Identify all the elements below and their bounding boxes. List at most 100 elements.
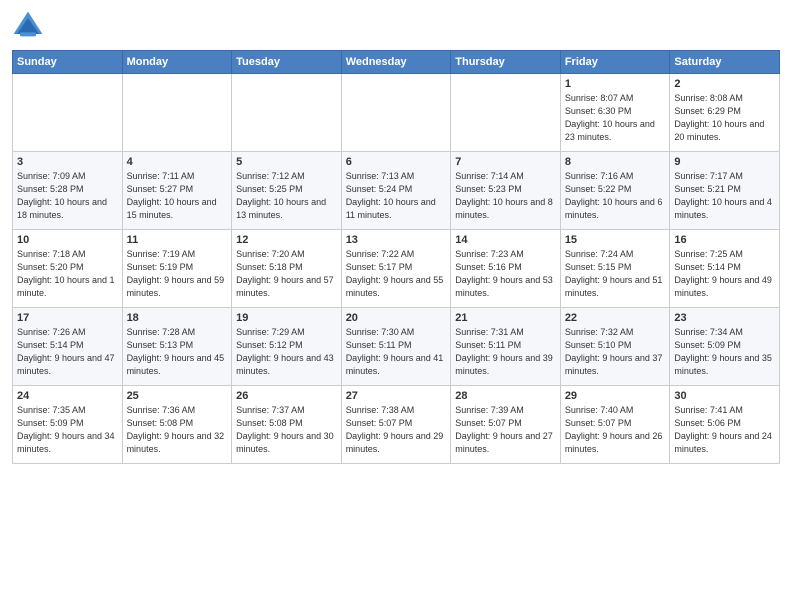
calendar-cell: 30 Sunrise: 7:41 AM Sunset: 5:06 PM Dayli… [670,386,780,464]
calendar-cell: 15 Sunrise: 7:24 AM Sunset: 5:15 PM Dayli… [560,230,670,308]
day-info: Sunrise: 7:37 AM Sunset: 5:08 PM Dayligh… [236,404,337,456]
day-info: Sunrise: 7:32 AM Sunset: 5:10 PM Dayligh… [565,326,666,378]
page-container: SundayMondayTuesdayWednesdayThursdayFrid… [0,0,792,474]
day-info: Sunrise: 8:08 AM Sunset: 6:29 PM Dayligh… [674,92,775,144]
calendar-cell: 29 Sunrise: 7:40 AM Sunset: 5:07 PM Dayli… [560,386,670,464]
page-header [12,10,780,42]
day-info: Sunrise: 7:40 AM Sunset: 5:07 PM Dayligh… [565,404,666,456]
day-header: Tuesday [232,51,342,74]
day-number: 9 [674,156,775,168]
day-info: Sunrise: 7:11 AM Sunset: 5:27 PM Dayligh… [127,170,228,222]
day-number: 2 [674,78,775,90]
day-number: 21 [455,312,556,324]
logo [12,10,48,42]
calendar-table: SundayMondayTuesdayWednesdayThursdayFrid… [12,50,780,464]
calendar-week-row: 3 Sunrise: 7:09 AM Sunset: 5:28 PM Daylig… [13,152,780,230]
calendar-cell: 20 Sunrise: 7:30 AM Sunset: 5:11 PM Dayli… [341,308,451,386]
day-number: 17 [17,312,118,324]
calendar-week-row: 1Sunrise: 8:07 AM Sunset: 6:30 PM Daylig… [13,74,780,152]
day-info: Sunrise: 7:25 AM Sunset: 5:14 PM Dayligh… [674,248,775,300]
day-info: Sunrise: 7:19 AM Sunset: 5:19 PM Dayligh… [127,248,228,300]
day-number: 4 [127,156,228,168]
calendar-cell: 27 Sunrise: 7:38 AM Sunset: 5:07 PM Dayli… [341,386,451,464]
day-info: Sunrise: 7:17 AM Sunset: 5:21 PM Dayligh… [674,170,775,222]
day-number: 25 [127,390,228,402]
calendar-cell: 7 Sunrise: 7:14 AM Sunset: 5:23 PM Daylig… [451,152,561,230]
calendar-week-row: 24 Sunrise: 7:35 AM Sunset: 5:09 PM Dayli… [13,386,780,464]
calendar-cell: 6 Sunrise: 7:13 AM Sunset: 5:24 PM Daylig… [341,152,451,230]
day-info: Sunrise: 7:31 AM Sunset: 5:11 PM Dayligh… [455,326,556,378]
day-info: Sunrise: 7:35 AM Sunset: 5:09 PM Dayligh… [17,404,118,456]
calendar-cell: 16Sunrise: 7:25 AM Sunset: 5:14 PM Dayli… [670,230,780,308]
calendar-cell: 1Sunrise: 8:07 AM Sunset: 6:30 PM Daylig… [560,74,670,152]
day-info: Sunrise: 7:29 AM Sunset: 5:12 PM Dayligh… [236,326,337,378]
day-number: 11 [127,234,228,246]
calendar-cell: 9 Sunrise: 7:17 AM Sunset: 5:21 PM Daylig… [670,152,780,230]
calendar-cell [341,74,451,152]
day-header: Friday [560,51,670,74]
calendar-cell: 25 Sunrise: 7:36 AM Sunset: 5:08 PM Dayli… [122,386,232,464]
day-number: 26 [236,390,337,402]
calendar-cell: 28Sunrise: 7:39 AM Sunset: 5:07 PM Dayli… [451,386,561,464]
calendar-cell: 4 Sunrise: 7:11 AM Sunset: 5:27 PM Daylig… [122,152,232,230]
day-number: 3 [17,156,118,168]
calendar-cell: 13Sunrise: 7:22 AM Sunset: 5:17 PM Dayli… [341,230,451,308]
day-info: Sunrise: 7:16 AM Sunset: 5:22 PM Dayligh… [565,170,666,222]
day-number: 8 [565,156,666,168]
day-info: Sunrise: 7:38 AM Sunset: 5:07 PM Dayligh… [346,404,447,456]
day-info: Sunrise: 8:07 AM Sunset: 6:30 PM Dayligh… [565,92,666,144]
calendar-cell [13,74,123,152]
calendar-cell: 8 Sunrise: 7:16 AM Sunset: 5:22 PM Daylig… [560,152,670,230]
day-number: 29 [565,390,666,402]
day-number: 22 [565,312,666,324]
day-info: Sunrise: 7:09 AM Sunset: 5:28 PM Dayligh… [17,170,118,222]
day-info: Sunrise: 7:41 AM Sunset: 5:06 PM Dayligh… [674,404,775,456]
calendar-header-row: SundayMondayTuesdayWednesdayThursdayFrid… [13,51,780,74]
day-number: 10 [17,234,118,246]
day-info: Sunrise: 7:24 AM Sunset: 5:15 PM Dayligh… [565,248,666,300]
day-number: 23 [674,312,775,324]
calendar-cell: 10 Sunrise: 7:18 AM Sunset: 5:20 PM Dayli… [13,230,123,308]
day-number: 20 [346,312,447,324]
calendar-cell: 12Sunrise: 7:20 AM Sunset: 5:18 PM Dayli… [232,230,342,308]
day-info: Sunrise: 7:22 AM Sunset: 5:17 PM Dayligh… [346,248,447,300]
day-number: 18 [127,312,228,324]
calendar-cell: 5 Sunrise: 7:12 AM Sunset: 5:25 PM Daylig… [232,152,342,230]
logo-icon [12,10,44,42]
calendar-cell: 11 Sunrise: 7:19 AM Sunset: 5:19 PM Dayli… [122,230,232,308]
calendar-cell: 3 Sunrise: 7:09 AM Sunset: 5:28 PM Daylig… [13,152,123,230]
calendar-cell [451,74,561,152]
day-info: Sunrise: 7:13 AM Sunset: 5:24 PM Dayligh… [346,170,447,222]
day-info: Sunrise: 7:14 AM Sunset: 5:23 PM Dayligh… [455,170,556,222]
calendar-week-row: 10 Sunrise: 7:18 AM Sunset: 5:20 PM Dayli… [13,230,780,308]
day-number: 30 [674,390,775,402]
day-number: 6 [346,156,447,168]
calendar-cell: 2 Sunrise: 8:08 AM Sunset: 6:29 PM Daylig… [670,74,780,152]
day-info: Sunrise: 7:36 AM Sunset: 5:08 PM Dayligh… [127,404,228,456]
day-number: 19 [236,312,337,324]
day-info: Sunrise: 7:28 AM Sunset: 5:13 PM Dayligh… [127,326,228,378]
day-header: Monday [122,51,232,74]
calendar-cell [232,74,342,152]
day-number: 5 [236,156,337,168]
day-number: 15 [565,234,666,246]
day-number: 14 [455,234,556,246]
day-info: Sunrise: 7:26 AM Sunset: 5:14 PM Dayligh… [17,326,118,378]
day-number: 24 [17,390,118,402]
day-info: Sunrise: 7:23 AM Sunset: 5:16 PM Dayligh… [455,248,556,300]
calendar-cell: 21 Sunrise: 7:31 AM Sunset: 5:11 PM Dayli… [451,308,561,386]
calendar-cell: 24 Sunrise: 7:35 AM Sunset: 5:09 PM Dayli… [13,386,123,464]
day-info: Sunrise: 7:12 AM Sunset: 5:25 PM Dayligh… [236,170,337,222]
calendar-cell: 17 Sunrise: 7:26 AM Sunset: 5:14 PM Dayli… [13,308,123,386]
calendar-cell: 18 Sunrise: 7:28 AM Sunset: 5:13 PM Dayli… [122,308,232,386]
calendar-cell: 22 Sunrise: 7:32 AM Sunset: 5:10 PM Dayli… [560,308,670,386]
calendar-week-row: 17 Sunrise: 7:26 AM Sunset: 5:14 PM Dayli… [13,308,780,386]
day-header: Saturday [670,51,780,74]
day-number: 7 [455,156,556,168]
day-info: Sunrise: 7:18 AM Sunset: 5:20 PM Dayligh… [17,248,118,300]
day-number: 27 [346,390,447,402]
calendar-cell: 14 Sunrise: 7:23 AM Sunset: 5:16 PM Dayli… [451,230,561,308]
day-header: Sunday [13,51,123,74]
day-header: Thursday [451,51,561,74]
day-info: Sunrise: 7:30 AM Sunset: 5:11 PM Dayligh… [346,326,447,378]
